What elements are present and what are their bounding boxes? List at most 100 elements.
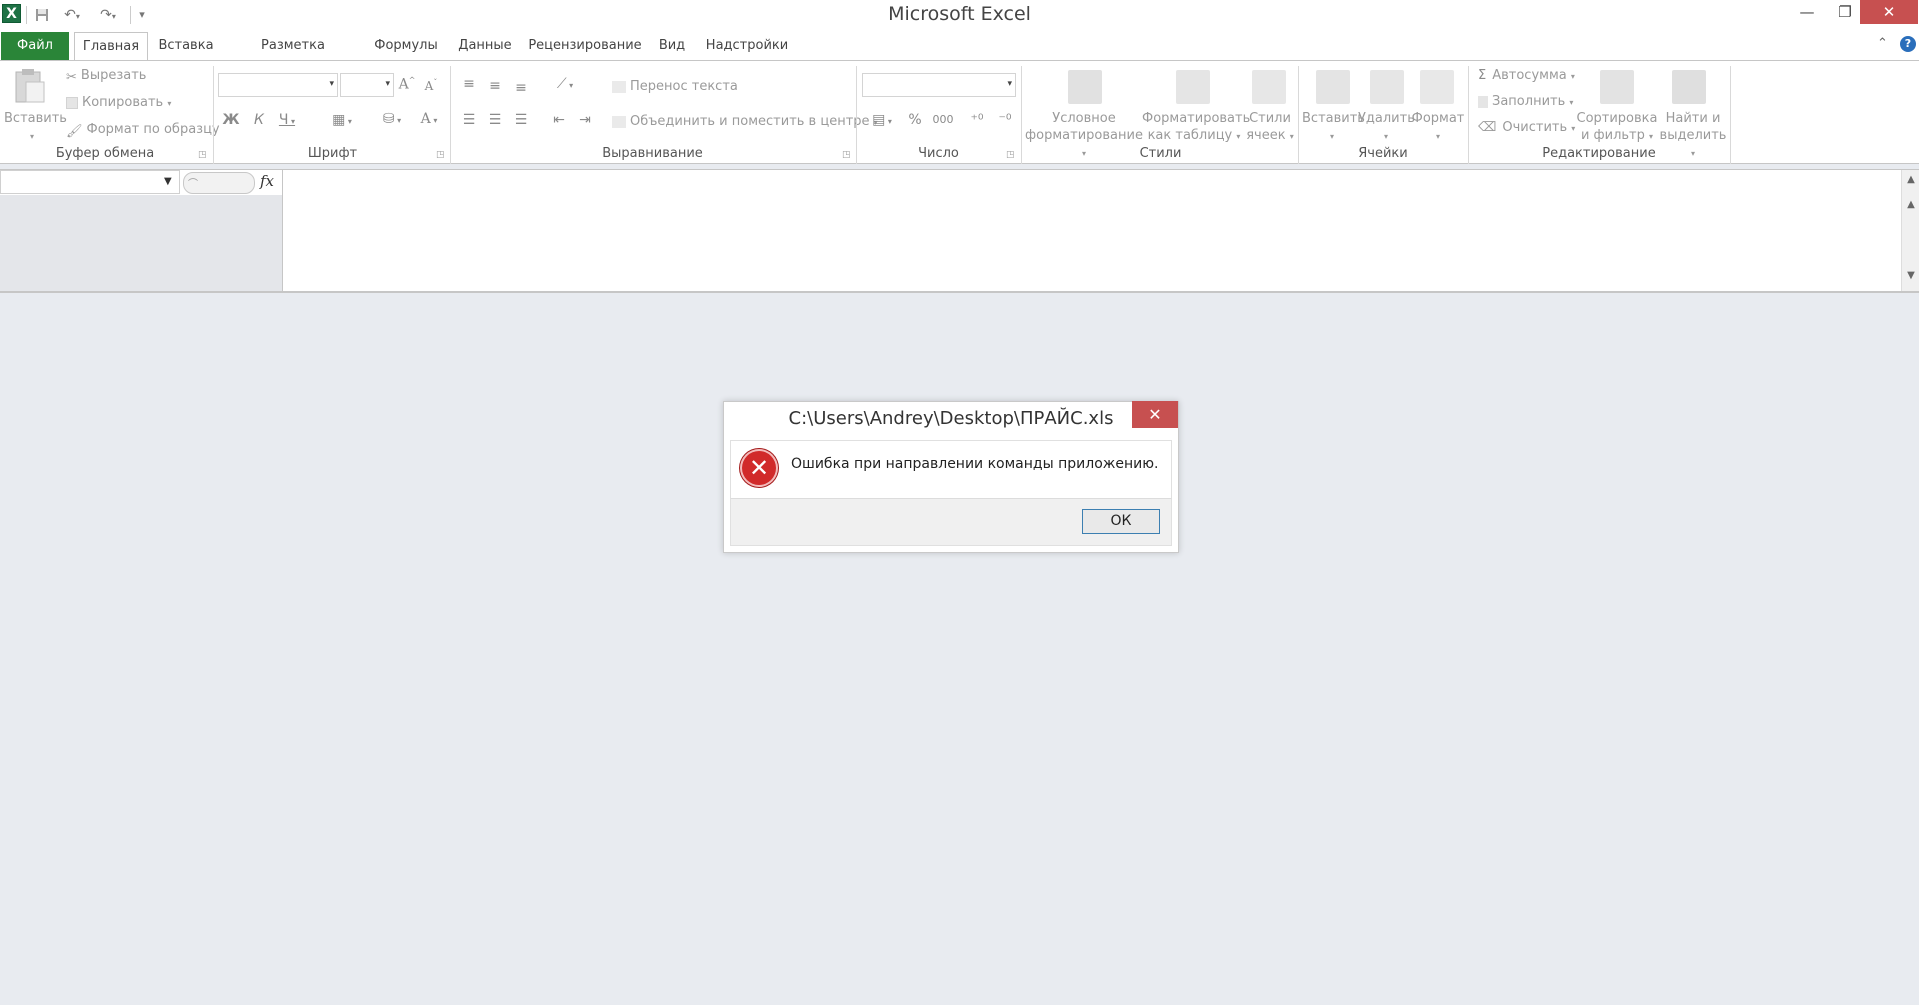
- underline-button[interactable]: Ч ▾: [276, 112, 298, 128]
- scroll-down-icon[interactable]: ▼: [1902, 270, 1919, 281]
- qat-separator: [26, 6, 27, 24]
- workspace: [0, 293, 1919, 1005]
- dialog-close-button[interactable]: ✕: [1132, 401, 1178, 428]
- name-box[interactable]: [0, 170, 180, 194]
- align-bottom-icon[interactable]: ≡: [510, 80, 532, 96]
- format-cells-icon: [1420, 70, 1454, 104]
- scroll-up-icon[interactable]: ▲: [1902, 174, 1919, 185]
- insert-cells-icon: [1316, 70, 1350, 104]
- fill-button[interactable]: Заполнить ▾: [1478, 94, 1573, 109]
- insert-cells-button[interactable]: Вставить ▾: [1302, 110, 1365, 145]
- tab-addins[interactable]: Надстройки: [702, 32, 792, 60]
- scissors-icon: ✂: [66, 69, 77, 85]
- bold-button[interactable]: Ж: [220, 112, 242, 128]
- editing-group-label: Редактирование: [1542, 146, 1656, 161]
- font-size-combo[interactable]: ▾: [340, 73, 394, 97]
- font-group-label: Шрифт: [307, 146, 358, 161]
- delete-cells-icon: [1370, 70, 1404, 104]
- tab-data[interactable]: Данные: [454, 32, 516, 60]
- insert-function-icon[interactable]: fx: [260, 172, 274, 190]
- decrease-indent-icon[interactable]: ⇤: [548, 112, 570, 128]
- tab-review[interactable]: Рецензирование: [528, 32, 642, 60]
- cells-group-label: Ячейки: [1358, 146, 1408, 161]
- sigma-icon: Σ: [1478, 68, 1487, 83]
- tab-page-layout[interactable]: Разметка страницы: [226, 32, 360, 81]
- name-box-dropdown-icon[interactable]: ▼: [164, 176, 172, 187]
- clipboard-dialog-launcher[interactable]: ◳: [198, 150, 207, 160]
- paint-bucket-icon: ⛁: [382, 111, 395, 127]
- cut-button[interactable]: ✂ Вырезать: [66, 68, 146, 85]
- align-middle-icon[interactable]: ≡: [484, 78, 506, 94]
- save-icon[interactable]: [32, 5, 52, 25]
- increase-indent-icon[interactable]: ⇥: [574, 112, 596, 128]
- font-dialog-launcher[interactable]: ◳: [436, 150, 445, 160]
- paste-icon: [12, 68, 46, 108]
- percent-button[interactable]: %: [904, 112, 926, 128]
- paste-button[interactable]: Вставить ▾: [4, 110, 67, 145]
- align-left-icon[interactable]: ☰: [458, 112, 480, 128]
- increase-decimal-icon[interactable]: ⁺⁰: [966, 112, 988, 128]
- borders-button[interactable]: ▦ ▾: [322, 112, 362, 128]
- number-dialog-launcher[interactable]: ◳: [1006, 150, 1015, 160]
- customize-qat-icon[interactable]: ▾: [135, 5, 149, 25]
- copy-icon: [66, 96, 78, 109]
- redo-icon[interactable]: ↷▾: [94, 5, 122, 25]
- currency-icon: ▤: [872, 112, 886, 128]
- wrap-text-icon: [612, 80, 626, 93]
- name-box-expanded-area: [0, 195, 283, 291]
- grow-font-button[interactable]: A^: [396, 76, 418, 93]
- italic-button[interactable]: К: [248, 112, 270, 128]
- orientation-button[interactable]: ⟋ ▾: [548, 76, 582, 92]
- tab-view[interactable]: Вид: [654, 32, 690, 60]
- formula-input[interactable]: [283, 170, 1901, 291]
- autosum-button[interactable]: Σ Автосумма ▾: [1478, 68, 1575, 83]
- sort-filter-button[interactable]: Сортировка и фильтр ▾: [1572, 110, 1662, 145]
- scroll-up-icon[interactable]: ▲: [1902, 199, 1919, 210]
- clear-button[interactable]: ⌫ Очистить ▾: [1478, 120, 1575, 135]
- delete-cells-button[interactable]: Удалить ▾: [1358, 110, 1415, 145]
- cell-styles-icon: [1252, 70, 1286, 104]
- eraser-icon: ⌫: [1478, 120, 1497, 135]
- align-center-icon[interactable]: ☰: [484, 112, 506, 128]
- dialog-message: Ошибка при направлении команды приложени…: [791, 456, 1159, 472]
- fill-color-button[interactable]: ⛁ ▾: [372, 111, 412, 127]
- number-format-combo[interactable]: ▾: [862, 73, 1016, 97]
- decrease-decimal-icon[interactable]: ⁻⁰: [994, 112, 1016, 128]
- help-icon[interactable]: ?: [1900, 36, 1916, 52]
- currency-button[interactable]: ▤ ▾: [864, 112, 900, 128]
- minimize-ribbon-icon[interactable]: ⌃: [1877, 36, 1888, 51]
- close-window-button[interactable]: ✕: [1860, 0, 1918, 24]
- align-right-icon[interactable]: ☰: [510, 112, 532, 128]
- tab-file[interactable]: Файл: [1, 32, 69, 60]
- font-color-button[interactable]: A ▾: [414, 111, 444, 127]
- undo-icon[interactable]: ↶▾: [58, 5, 86, 25]
- format-as-table-icon: [1176, 70, 1210, 104]
- format-painter-button[interactable]: 🖌 Формат по образцу: [66, 122, 220, 139]
- font-name-combo[interactable]: ▾: [218, 73, 338, 97]
- merge-center-button[interactable]: Объединить и поместить в центре ▾: [612, 114, 878, 129]
- styles-group-label: Стили: [1139, 146, 1182, 161]
- group-separator: [213, 66, 214, 164]
- shrink-font-button[interactable]: Aˇ: [420, 78, 442, 93]
- align-top-icon[interactable]: ≡: [458, 76, 480, 92]
- tab-insert[interactable]: Вставка: [158, 32, 214, 60]
- qat-separator: [130, 6, 131, 24]
- tab-formulas[interactable]: Формулы: [370, 32, 442, 60]
- ok-button[interactable]: ОК: [1082, 509, 1160, 534]
- alignment-group-label: Выравнивание: [602, 146, 703, 161]
- alignment-dialog-launcher[interactable]: ◳: [842, 150, 851, 160]
- tab-home[interactable]: Главная: [74, 32, 148, 61]
- binoculars-icon: [1672, 70, 1706, 104]
- borders-icon: ▦: [332, 112, 346, 128]
- wrap-text-button[interactable]: Перенос текста: [612, 79, 738, 94]
- thousands-button[interactable]: 000: [928, 113, 958, 126]
- cell-styles-button[interactable]: Стили ячеек ▾: [1244, 110, 1296, 145]
- merge-icon: [612, 115, 626, 128]
- format-as-table-button[interactable]: Форматировать как таблицу ▾: [1142, 110, 1250, 145]
- copy-button[interactable]: Копировать ▾: [66, 95, 171, 110]
- expand-handle-icon: ⌒: [188, 179, 198, 190]
- format-cells-button[interactable]: Формат ▾: [1410, 110, 1466, 145]
- formula-bar-scrollbar[interactable]: ▲ ▲ ▼: [1901, 170, 1919, 291]
- conditional-formatting-icon: [1068, 70, 1102, 104]
- excel-app-icon[interactable]: X: [2, 4, 21, 23]
